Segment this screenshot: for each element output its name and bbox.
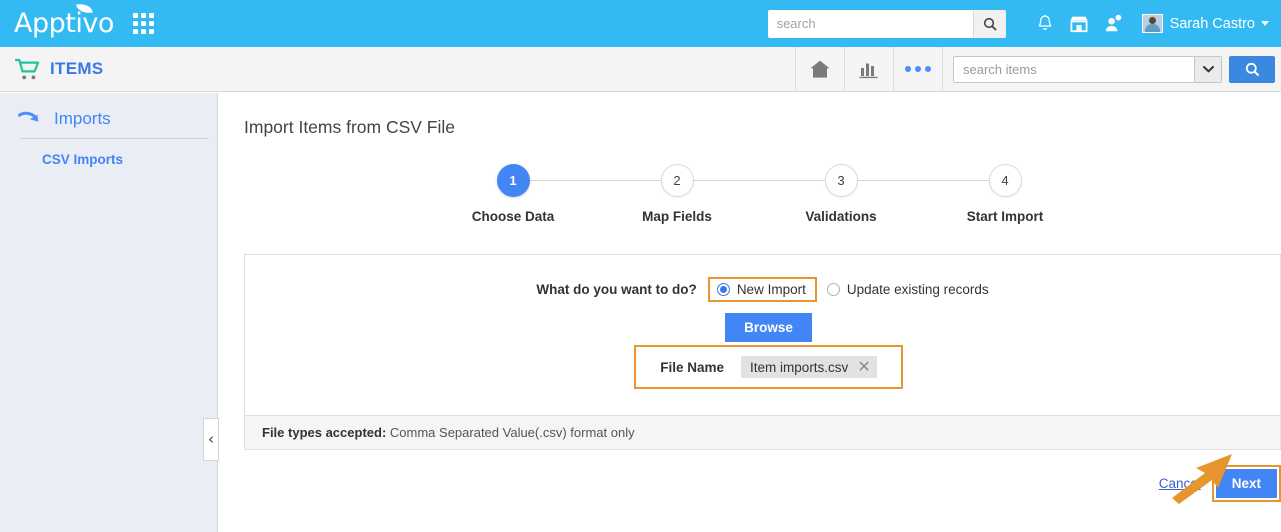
step-connector (841, 180, 1005, 181)
bell-icon (1038, 14, 1051, 30)
grid-apps-icon[interactable] (132, 13, 154, 34)
notifications-button[interactable] (1028, 0, 1062, 47)
radio-label: Update existing records (846, 282, 989, 297)
file-name-chip[interactable]: Item imports.csv ✕ (741, 356, 877, 378)
app-name-label: ITEMS (50, 59, 104, 78)
chevron-down-icon (1202, 66, 1214, 73)
step-start-import[interactable]: 4 Start Import (923, 164, 1087, 224)
logo-text: Apptivo (14, 8, 114, 39)
import-mode-highlight: New Import (707, 277, 817, 302)
items-search-input[interactable] (954, 56, 1194, 82)
next-button-highlight: Next (1211, 465, 1281, 502)
step-label: Start Import (966, 209, 1044, 224)
file-types-note: File types accepted: Comma Separated Val… (245, 415, 1280, 449)
next-button[interactable]: Next (1215, 469, 1277, 498)
add-contact-button[interactable] (1096, 0, 1130, 47)
person-add-icon (1105, 14, 1121, 32)
sidebar-item-csv-imports[interactable]: CSV Imports (0, 139, 217, 167)
file-name-highlight: File Name Item imports.csv ✕ (634, 345, 903, 389)
top-bar-right-group: Sarah Castro (767, 0, 1269, 47)
top-navigation-bar: Apptivo search Sarah Castro (0, 0, 1281, 47)
global-search-input[interactable] (767, 9, 973, 38)
browse-button[interactable]: Browse (725, 313, 812, 342)
home-button[interactable] (795, 46, 844, 92)
user-name-label: Sarah Castro (1169, 15, 1255, 32)
reports-button[interactable] (844, 46, 893, 92)
apptivo-logo[interactable]: Apptivo (14, 1, 114, 39)
step-number: 2 (660, 164, 694, 197)
radio-indicator (826, 283, 840, 296)
curved-arrow-icon (18, 111, 39, 122)
store-icon (1070, 16, 1088, 32)
step-number: 4 (988, 164, 1022, 197)
file-name-value: Item imports.csv (750, 359, 849, 375)
chevron-left-icon: ‹ (208, 430, 214, 448)
items-search-box[interactable] (953, 55, 1222, 83)
more-options-button[interactable] (893, 46, 942, 92)
sidebar-item-label: CSV Imports (42, 152, 124, 167)
items-search-group (942, 46, 1281, 92)
form-actions: Cancel Next (219, 465, 1281, 502)
cancel-link[interactable]: Cancel (1159, 476, 1201, 491)
search-icon (1245, 62, 1259, 76)
file-row: File Name Item imports.csv ✕ (245, 345, 1280, 389)
chevron-down-icon (1261, 21, 1269, 26)
step-number: 3 (824, 164, 858, 197)
bar-chart-icon (859, 63, 878, 79)
sidebar-header-imports[interactable]: Imports (0, 93, 217, 129)
items-search-dropdown[interactable] (1194, 56, 1221, 82)
step-label: Validations (805, 209, 877, 224)
radio-update-existing[interactable]: Update existing records (826, 282, 989, 297)
shopping-cart-icon (15, 58, 40, 79)
panel-body: What do you want to do? New Import Updat… (245, 255, 1280, 415)
step-validations[interactable]: 3 Validations (759, 164, 1005, 224)
close-icon[interactable]: ✕ (857, 359, 870, 375)
user-avatar[interactable] (1141, 14, 1163, 33)
import-stepper: 1 Choose Data 2 Map Fields 3 Validations… (219, 164, 1281, 224)
step-map-fields[interactable]: 2 Map Fields (595, 164, 841, 224)
file-types-prefix: File types accepted: (262, 425, 387, 440)
step-connector (513, 180, 677, 181)
page-title: Import Items from CSV File (244, 117, 456, 137)
app-title-group: ITEMS (15, 58, 103, 81)
app-toolbar: ITEMS (0, 46, 1281, 92)
step-connector (677, 180, 841, 181)
items-search-button[interactable] (1229, 55, 1275, 83)
file-types-text: Comma Separated Value(.csv) format only (389, 425, 635, 440)
radio-new-import[interactable]: New Import (716, 282, 806, 297)
radio-indicator (716, 283, 730, 296)
choose-data-panel: What do you want to do? New Import Updat… (244, 254, 1281, 450)
sidebar-header-label: Imports (54, 109, 111, 128)
step-choose-data[interactable]: 1 Choose Data (431, 164, 677, 224)
global-search-button[interactable] (972, 9, 1006, 38)
three-dots-icon (905, 66, 931, 72)
user-menu[interactable]: Sarah Castro (1170, 16, 1269, 32)
import-mode-row: What do you want to do? New Import Updat… (245, 277, 1280, 302)
store-button[interactable] (1062, 0, 1096, 47)
step-label: Map Fields (642, 209, 712, 224)
sidebar: Imports CSV Imports (0, 93, 218, 532)
sidebar-collapse-handle[interactable]: ‹ (203, 418, 219, 461)
step-number: 1 (496, 164, 530, 197)
import-mode-label: What do you want to do? (536, 282, 697, 297)
radio-label: New Import (736, 282, 806, 297)
browse-row: Browse (245, 313, 1280, 342)
step-label: Choose Data (471, 209, 555, 224)
global-search[interactable] (767, 9, 1006, 38)
home-icon (810, 60, 830, 78)
main-content: Import Items from CSV File 1 Choose Data… (219, 93, 1281, 532)
search-icon (983, 17, 997, 31)
file-name-label: File Name (660, 359, 725, 375)
toolbar-actions (795, 46, 1281, 92)
